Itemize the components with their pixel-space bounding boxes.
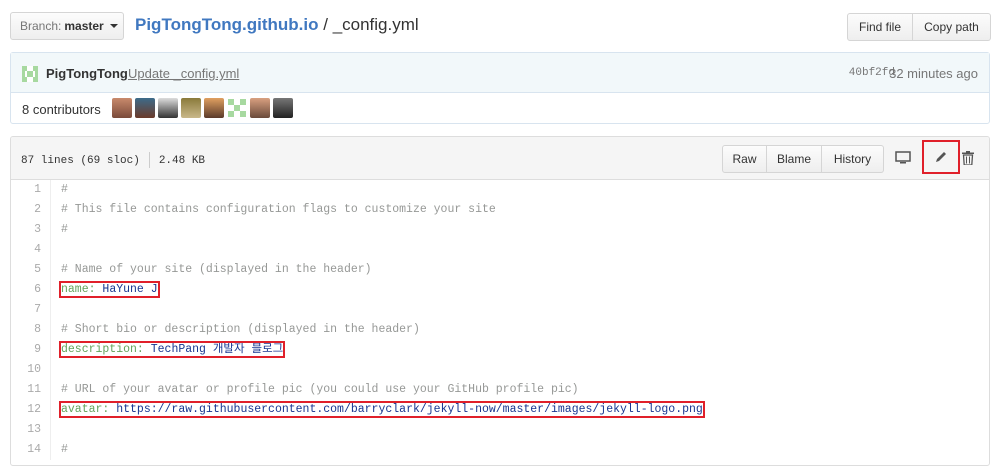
breadcrumb: PigTongTong.github.io / _config.yml xyxy=(135,15,419,35)
code-text: # xyxy=(61,183,68,196)
code-line: 8 # Short bio or description (displayed i… xyxy=(11,320,989,340)
line-number[interactable]: 3 xyxy=(11,220,51,240)
find-file-button[interactable]: Find file xyxy=(847,13,913,41)
contributor-avatars xyxy=(112,98,293,118)
code-text: description: TechPang 개발자 블로그 xyxy=(51,340,286,360)
code-line: 10 xyxy=(11,360,989,380)
avatar[interactable] xyxy=(227,98,247,118)
code-line: 2 # This file contains configuration flag… xyxy=(11,200,989,220)
commit-tease: PigTongTong Update _config.yml 40bf2fd 3… xyxy=(11,53,989,93)
line-number[interactable]: 12 xyxy=(11,400,51,420)
line-number[interactable]: 8 xyxy=(11,320,51,340)
line-number[interactable]: 13 xyxy=(11,420,51,440)
code-text: # URL of your avatar or profile pic (you… xyxy=(61,383,579,396)
line-number[interactable]: 1 xyxy=(11,180,51,200)
file-header: 87 lines (69 sloc) 2.48 KB Raw Blame Hist… xyxy=(11,137,989,180)
yaml-key: description: xyxy=(61,343,144,356)
line-number[interactable]: 7 xyxy=(11,300,51,320)
code-line: 1 # xyxy=(11,180,989,200)
file-viewer: 87 lines (69 sloc) 2.48 KB Raw Blame Hist… xyxy=(10,136,990,466)
code-line: 3 # xyxy=(11,220,989,240)
repo-link[interactable]: PigTongTong.github.io xyxy=(135,15,318,34)
trashcan-icon[interactable] xyxy=(956,146,980,170)
yaml-value: https://raw.githubusercontent.com/barryc… xyxy=(116,403,703,416)
blame-button[interactable]: Blame xyxy=(767,145,822,173)
avatar[interactable] xyxy=(250,98,270,118)
yaml-key: avatar: xyxy=(61,403,110,416)
file-actions: Raw Blame History xyxy=(722,145,884,173)
line-number[interactable]: 11 xyxy=(11,380,51,400)
file-info: 87 lines (69 sloc) 2.48 KB xyxy=(21,152,205,168)
file-size: 2.48 KB xyxy=(158,154,206,167)
code-text: # Name of your site (displayed in the he… xyxy=(61,263,372,276)
pencil-icon[interactable] xyxy=(922,140,960,174)
highlight-description: description: TechPang 개발자 블로그 xyxy=(58,341,286,358)
code-text: avatar: https://raw.githubusercontent.co… xyxy=(51,400,705,420)
avatar[interactable] xyxy=(158,98,178,118)
avatar[interactable] xyxy=(112,98,132,118)
identicon xyxy=(22,66,38,82)
line-number[interactable]: 5 xyxy=(11,260,51,280)
latest-commit-box: PigTongTong Update _config.yml 40bf2fd 3… xyxy=(10,52,990,124)
code-line: 5 # Name of your site (displayed in the h… xyxy=(11,260,989,280)
line-number[interactable]: 6 xyxy=(11,280,51,300)
file-name: _config.yml xyxy=(332,15,419,34)
code-line: 11 # URL of your avatar or profile pic (y… xyxy=(11,380,989,400)
commit-message[interactable]: Update _config.yml xyxy=(128,66,239,81)
highlight-name: name: HaYune J xyxy=(59,281,160,298)
line-number[interactable]: 2 xyxy=(11,200,51,220)
avatar[interactable] xyxy=(135,98,155,118)
code-listing: 1 # 2 # This file contains configuration f… xyxy=(11,180,989,460)
commit-time: 32 minutes ago xyxy=(889,66,978,81)
code-text: # Short bio or description (displayed in… xyxy=(61,323,420,336)
commit-sha[interactable]: 40bf2fd xyxy=(849,67,895,79)
commit-author[interactable]: PigTongTong xyxy=(46,66,128,81)
yaml-key: name: xyxy=(61,283,96,296)
avatar[interactable] xyxy=(273,98,293,118)
breadcrumb-separator: / xyxy=(323,15,328,34)
code-line: 6 name: HaYune J xyxy=(11,280,989,300)
line-count: 87 lines (69 sloc) xyxy=(21,154,140,167)
line-number[interactable]: 14 xyxy=(11,440,51,460)
code-line: 9 description: TechPang 개발자 블로그 xyxy=(11,340,989,360)
display-icon[interactable] xyxy=(891,146,915,170)
avatar[interactable] xyxy=(204,98,224,118)
branch-name: master xyxy=(64,19,104,33)
code-line: 4 xyxy=(11,240,989,260)
copy-path-button[interactable]: Copy path xyxy=(913,13,991,41)
raw-button[interactable]: Raw xyxy=(722,145,767,173)
code-text: name: HaYune J xyxy=(51,280,160,300)
code-line: 14 # xyxy=(11,440,989,460)
code-text: # xyxy=(61,443,68,456)
yaml-value: HaYune J xyxy=(102,283,158,296)
code-line: 12 avatar: https://raw.githubusercontent.… xyxy=(11,400,989,420)
branch-select-button[interactable]: Branch: master xyxy=(10,12,124,40)
history-button[interactable]: History xyxy=(822,145,884,173)
code-text: # This file contains configuration flags… xyxy=(61,203,496,216)
avatar[interactable] xyxy=(181,98,201,118)
line-number[interactable]: 9 xyxy=(11,340,51,360)
code-line: 13 xyxy=(11,420,989,440)
code-text: # xyxy=(61,223,68,236)
code-line: 7 xyxy=(11,300,989,320)
highlight-avatar: avatar: https://raw.githubusercontent.co… xyxy=(59,401,705,418)
line-number[interactable]: 10 xyxy=(11,360,51,380)
branch-prefix: Branch: xyxy=(20,19,62,33)
file-nav-buttons: Find file Copy path xyxy=(847,13,991,41)
caret-down-icon xyxy=(109,24,118,28)
divider xyxy=(148,152,150,168)
line-number[interactable]: 4 xyxy=(11,240,51,260)
contributors-count[interactable]: 8 contributors xyxy=(22,102,101,117)
yaml-value: TechPang 개발자 블로그 xyxy=(150,343,284,356)
identicon xyxy=(228,99,246,117)
